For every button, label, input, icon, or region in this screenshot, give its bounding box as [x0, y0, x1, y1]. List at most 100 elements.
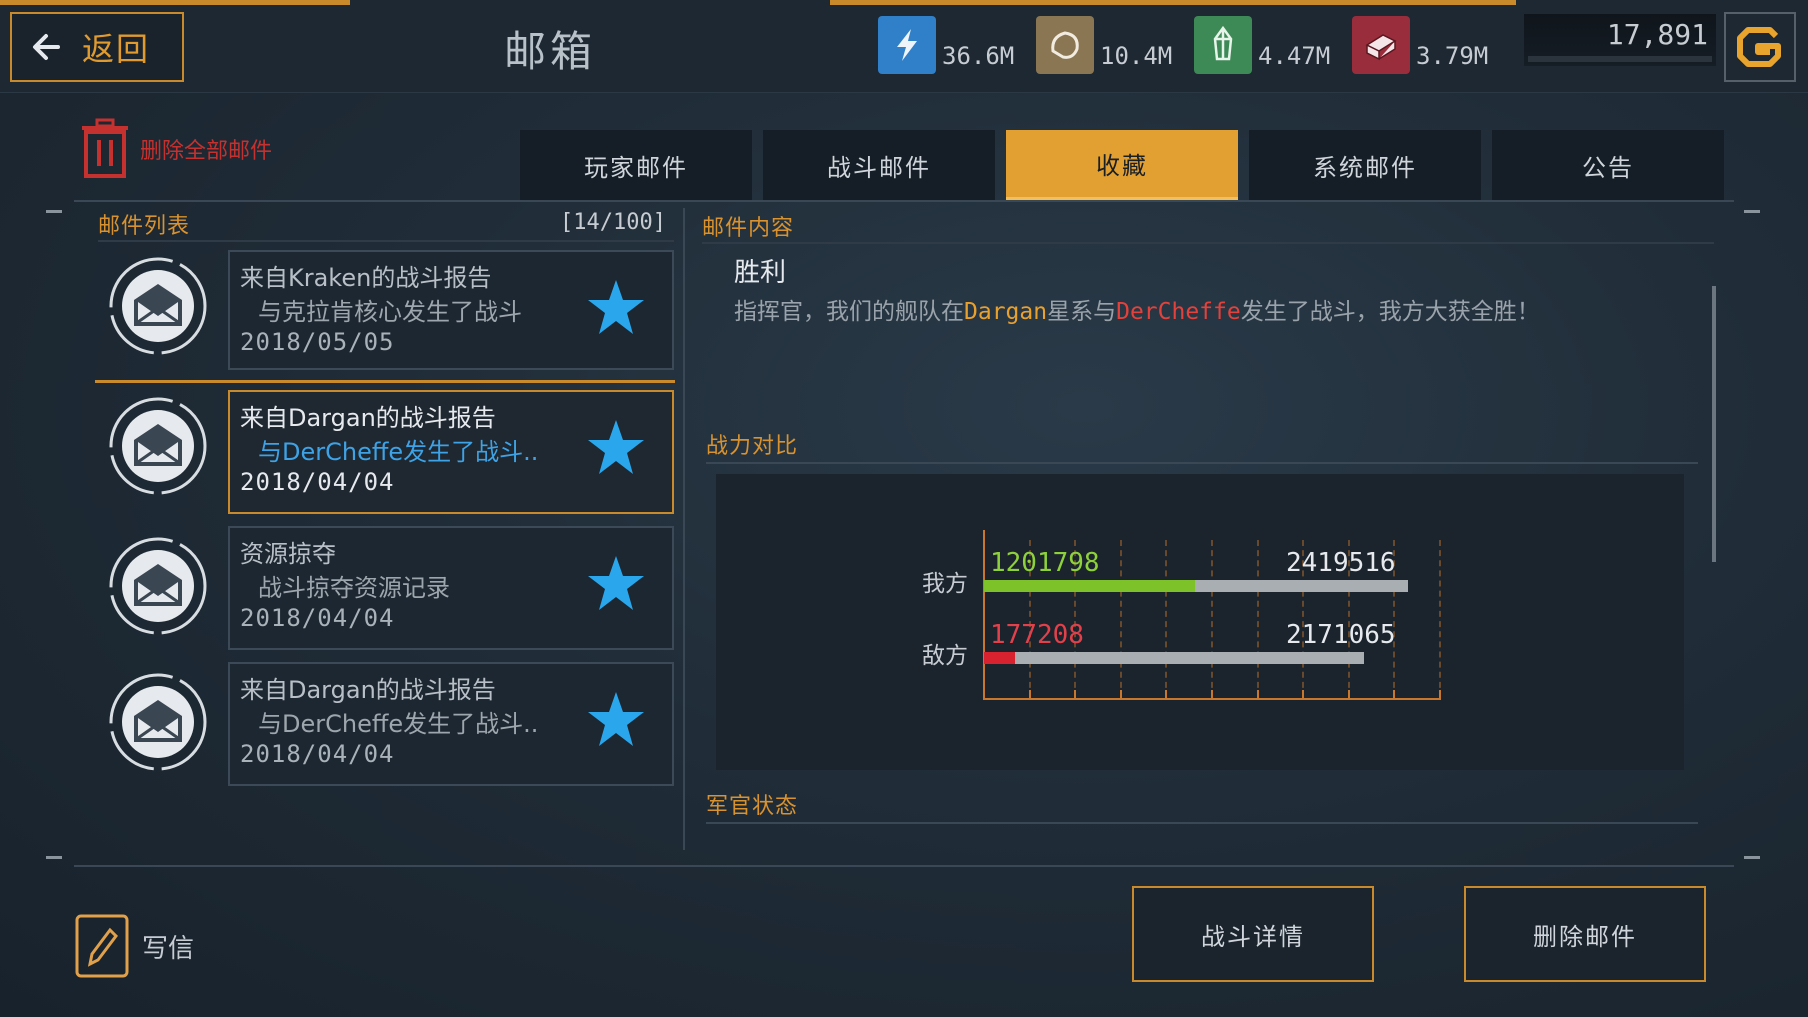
enemy-power-bar-fill [984, 652, 1016, 664]
frame-corner [1744, 210, 1760, 213]
tab-battle-mail[interactable]: 战斗邮件 [763, 130, 995, 200]
officer-status-title: 军官状态 [706, 794, 799, 819]
mail-envelope-icon [109, 397, 207, 495]
mail-item-title: 来自Dargan的战斗报告 [240, 404, 496, 432]
panel-separator [683, 208, 685, 850]
chart-tick [1211, 690, 1213, 700]
mail-item-date: 2018/04/04 [240, 740, 395, 768]
power-compare-title: 战力对比 [706, 434, 799, 459]
enemy-power-bar-track [984, 652, 1364, 664]
page-title: 邮箱 [503, 27, 596, 76]
enemy-name: DerCheffe [1116, 299, 1241, 325]
chart-tick [1439, 690, 1441, 700]
chart-gridline [1165, 540, 1168, 698]
mail-envelope-icon [109, 537, 207, 635]
our-side-label: 我方 [922, 571, 968, 597]
mail-item-subtitle: 战斗掠夺资源记录 [258, 574, 450, 602]
selection-indicator [95, 380, 675, 383]
message-text: 星系与 [1047, 299, 1117, 325]
back-arrow-icon [33, 34, 60, 60]
divider [706, 822, 1698, 824]
message-text: 发生了战斗，我方大获全胜！ [1240, 299, 1540, 325]
energy-icon [878, 16, 936, 74]
chart-tick [1393, 690, 1396, 700]
credits-display: 17,891 [1524, 14, 1716, 66]
favorite-star-icon[interactable] [586, 554, 646, 614]
mail-item-title: 来自Kraken的战斗报告 [240, 264, 492, 292]
enemy-current-power: 177208 [990, 620, 1084, 650]
tab-system-mail[interactable]: 系统邮件 [1249, 130, 1481, 200]
frame-corner [46, 210, 62, 213]
resource-ore-value: 10.4M [1100, 42, 1173, 70]
mail-envelope-icon [109, 257, 207, 355]
our-total-power: 2419516 [1286, 548, 1396, 578]
battle-message: 指挥官，我们的舰队在Dargan星系与DerCheffe发生了战斗，我方大获全胜… [734, 292, 1540, 326]
crystal-icon [1194, 16, 1252, 74]
chart-tick [1165, 690, 1168, 700]
delete-all-button[interactable]: 删除全部邮件 [78, 118, 272, 180]
our-power-bar-fill [984, 580, 1195, 592]
mail-content-title: 邮件内容 [702, 216, 795, 241]
frame-corner [46, 856, 62, 859]
mail-item-title: 资源掠夺 [240, 540, 336, 568]
mail-list-title: 邮件列表 [98, 214, 191, 239]
divider [702, 242, 1714, 244]
write-mail-button[interactable]: 写信 [74, 912, 194, 980]
resource-crystal: 4.47M [1194, 4, 1330, 74]
enemy-total-power: 2171065 [1286, 620, 1396, 650]
credits-bar [1528, 56, 1712, 62]
mail-item[interactable]: 来自Kraken的战斗报告 与克拉肯核心发生了战斗 2018/05/05 [228, 250, 674, 370]
battle-details-button[interactable]: 战斗详情 [1132, 886, 1374, 982]
chart-gridline [1256, 540, 1259, 698]
ore-icon [1036, 16, 1094, 74]
chart-gridline [1211, 540, 1213, 698]
credits-value: 17,891 [1606, 18, 1708, 51]
system-name: Dargan [964, 299, 1048, 325]
resource-alloy: 3.79M [1352, 4, 1488, 74]
top-accent-line [0, 0, 350, 5]
tab-announcements[interactable]: 公告 [1492, 130, 1724, 200]
pencil-icon [75, 914, 129, 978]
mail-item-subtitle: 与DerCheffe发生了战斗.. [258, 438, 539, 466]
tab-player-mail[interactable]: 玩家邮件 [520, 130, 752, 200]
favorite-star-icon[interactable] [586, 418, 646, 478]
back-button[interactable]: 返回 [10, 12, 184, 82]
mail-item-title: 来自Dargan的战斗报告 [240, 676, 496, 704]
alloy-icon [1352, 16, 1410, 74]
chart-tick [1302, 690, 1305, 700]
resource-energy: 36.6M [878, 4, 1014, 74]
tab-favorites[interactable]: 收藏 [1006, 130, 1238, 200]
resource-alloy-value: 3.79M [1416, 42, 1489, 70]
resource-crystal-value: 4.47M [1258, 42, 1331, 70]
mail-item-subtitle: 与克拉肯核心发生了战斗 [258, 298, 522, 326]
delete-mail-button[interactable]: 删除邮件 [1464, 886, 1706, 982]
mail-item-selected[interactable]: 来自Dargan的战斗报告 与DerCheffe发生了战斗.. 2018/04/… [228, 390, 674, 514]
currency-menu-button[interactable] [1724, 12, 1796, 82]
chart-gridline [1439, 540, 1441, 698]
mail-item[interactable]: 资源掠夺 战斗掠夺资源记录 2018/04/04 [228, 526, 674, 650]
mail-item-date: 2018/04/04 [240, 468, 395, 496]
divider [706, 462, 1698, 464]
enemy-side-label: 敌方 [922, 643, 968, 669]
resource-ore: 10.4M [1036, 4, 1172, 74]
mail-envelope-icon [109, 673, 207, 771]
chart-tick [1074, 690, 1077, 700]
chart-tick [1256, 690, 1259, 700]
back-label: 返回 [82, 30, 151, 68]
battle-result: 胜利 [734, 258, 787, 288]
chart-tick [1347, 690, 1350, 700]
our-power-bar-track [984, 580, 1408, 592]
resource-energy-value: 36.6M [942, 42, 1015, 70]
our-current-power: 1201798 [990, 548, 1100, 578]
divider [74, 865, 1734, 867]
mail-item-date: 2018/04/04 [240, 604, 395, 632]
mail-item-date: 2018/05/05 [240, 328, 395, 356]
content-scrollbar[interactable] [1712, 286, 1716, 562]
divider [74, 200, 1734, 202]
frame-corner [1744, 856, 1760, 859]
mail-item[interactable]: 来自Dargan的战斗报告 与DerCheffe发生了战斗.. 2018/04/… [228, 662, 674, 786]
favorite-star-icon[interactable] [586, 278, 646, 338]
chart-tick [1119, 690, 1122, 700]
chart-gridline [1119, 540, 1122, 698]
favorite-star-icon[interactable] [586, 690, 646, 750]
